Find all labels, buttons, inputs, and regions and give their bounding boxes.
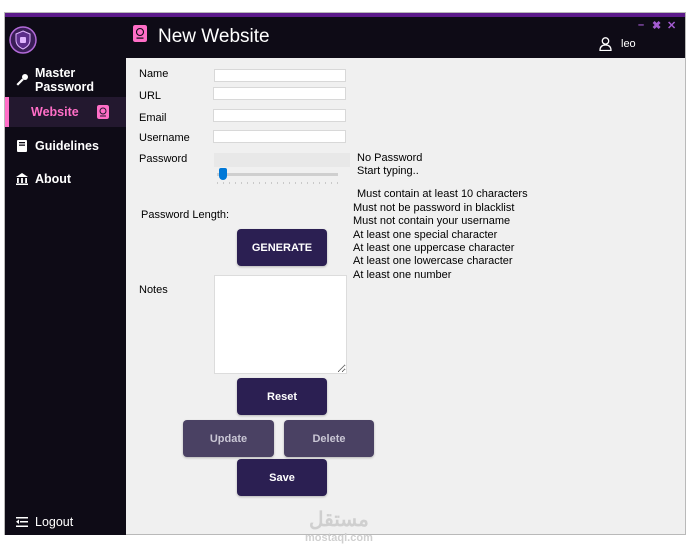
sidebar: Master Password Website Guidelines About… bbox=[5, 17, 126, 535]
password-strength-status: No Password bbox=[357, 152, 423, 164]
reset-button[interactable]: Reset bbox=[237, 378, 327, 415]
password-length-slider-ticks bbox=[217, 182, 338, 184]
requirement-item: At least one uppercase character bbox=[353, 242, 515, 254]
url-label: URL bbox=[139, 90, 162, 102]
notes-label: Notes bbox=[139, 284, 168, 296]
sidebar-item-label: Master bbox=[35, 66, 76, 80]
watermark-arabic: مستقل bbox=[309, 509, 369, 531]
password-hint: Start typing.. bbox=[357, 165, 419, 177]
user-icon bbox=[599, 37, 612, 51]
requirement-item: At least one special character bbox=[353, 229, 498, 241]
minimize-button[interactable]: – bbox=[638, 19, 644, 31]
requirement-item: Must contain at least 10 characters bbox=[357, 188, 528, 200]
logout-label: Logout bbox=[35, 515, 74, 529]
requirement-item: At least one number bbox=[353, 269, 452, 281]
logout-icon bbox=[16, 517, 28, 527]
sidebar-item-about[interactable]: About bbox=[5, 166, 126, 192]
user-name: leo bbox=[621, 38, 636, 50]
generate-button[interactable]: GENERATE bbox=[237, 229, 327, 266]
username-input[interactable] bbox=[213, 130, 346, 143]
password-length-slider-thumb[interactable] bbox=[219, 168, 227, 180]
passport-icon bbox=[133, 25, 147, 42]
sidebar-item-label: Guidelines bbox=[35, 139, 99, 153]
close-button[interactable]: ✕ bbox=[667, 19, 676, 32]
name-label: Name bbox=[139, 68, 169, 80]
active-indicator bbox=[5, 97, 9, 127]
sidebar-item-label: About bbox=[35, 172, 72, 186]
save-button[interactable]: Save bbox=[237, 459, 327, 496]
requirement-item: Must not be password in blacklist bbox=[353, 202, 515, 214]
passport-icon bbox=[97, 105, 109, 119]
sidebar-item-guidelines[interactable]: Guidelines bbox=[5, 133, 126, 159]
password-input[interactable] bbox=[214, 153, 350, 167]
bank-icon bbox=[16, 173, 28, 185]
sidebar-item-website[interactable]: Website bbox=[5, 97, 126, 127]
password-length-slider-track[interactable] bbox=[217, 173, 338, 176]
url-input[interactable] bbox=[213, 87, 346, 100]
page-title: New Website bbox=[158, 26, 270, 47]
book-icon bbox=[17, 140, 27, 152]
sidebar-item-label: Password bbox=[35, 80, 95, 94]
app-logo-icon bbox=[9, 26, 37, 54]
email-label: Email bbox=[139, 112, 167, 124]
password-label: Password bbox=[139, 153, 188, 165]
update-button[interactable]: Update bbox=[183, 420, 274, 457]
username-label: Username bbox=[139, 132, 190, 144]
logout-button[interactable]: Logout bbox=[5, 510, 126, 534]
requirement-item: At least one lowercase character bbox=[353, 255, 513, 267]
key-icon bbox=[16, 74, 28, 86]
watermark: مستقل mostaql.com bbox=[305, 507, 373, 544]
delete-button[interactable]: Delete bbox=[284, 420, 374, 457]
maximize-button[interactable]: ✖ bbox=[652, 19, 661, 32]
name-input[interactable] bbox=[214, 69, 346, 82]
sidebar-item-master-password[interactable]: Master Password bbox=[5, 65, 126, 95]
user-menu[interactable]: leo bbox=[599, 37, 636, 51]
email-input[interactable] bbox=[213, 109, 346, 122]
watermark-latin: mostaql.com bbox=[305, 532, 373, 544]
app-window: Master Password Website Guidelines About… bbox=[4, 12, 686, 544]
password-length-label: Password Length: bbox=[141, 209, 230, 221]
sidebar-item-label: Website bbox=[31, 105, 79, 119]
notes-textarea[interactable] bbox=[214, 275, 347, 374]
requirement-item: Must not contain your username bbox=[353, 215, 511, 227]
